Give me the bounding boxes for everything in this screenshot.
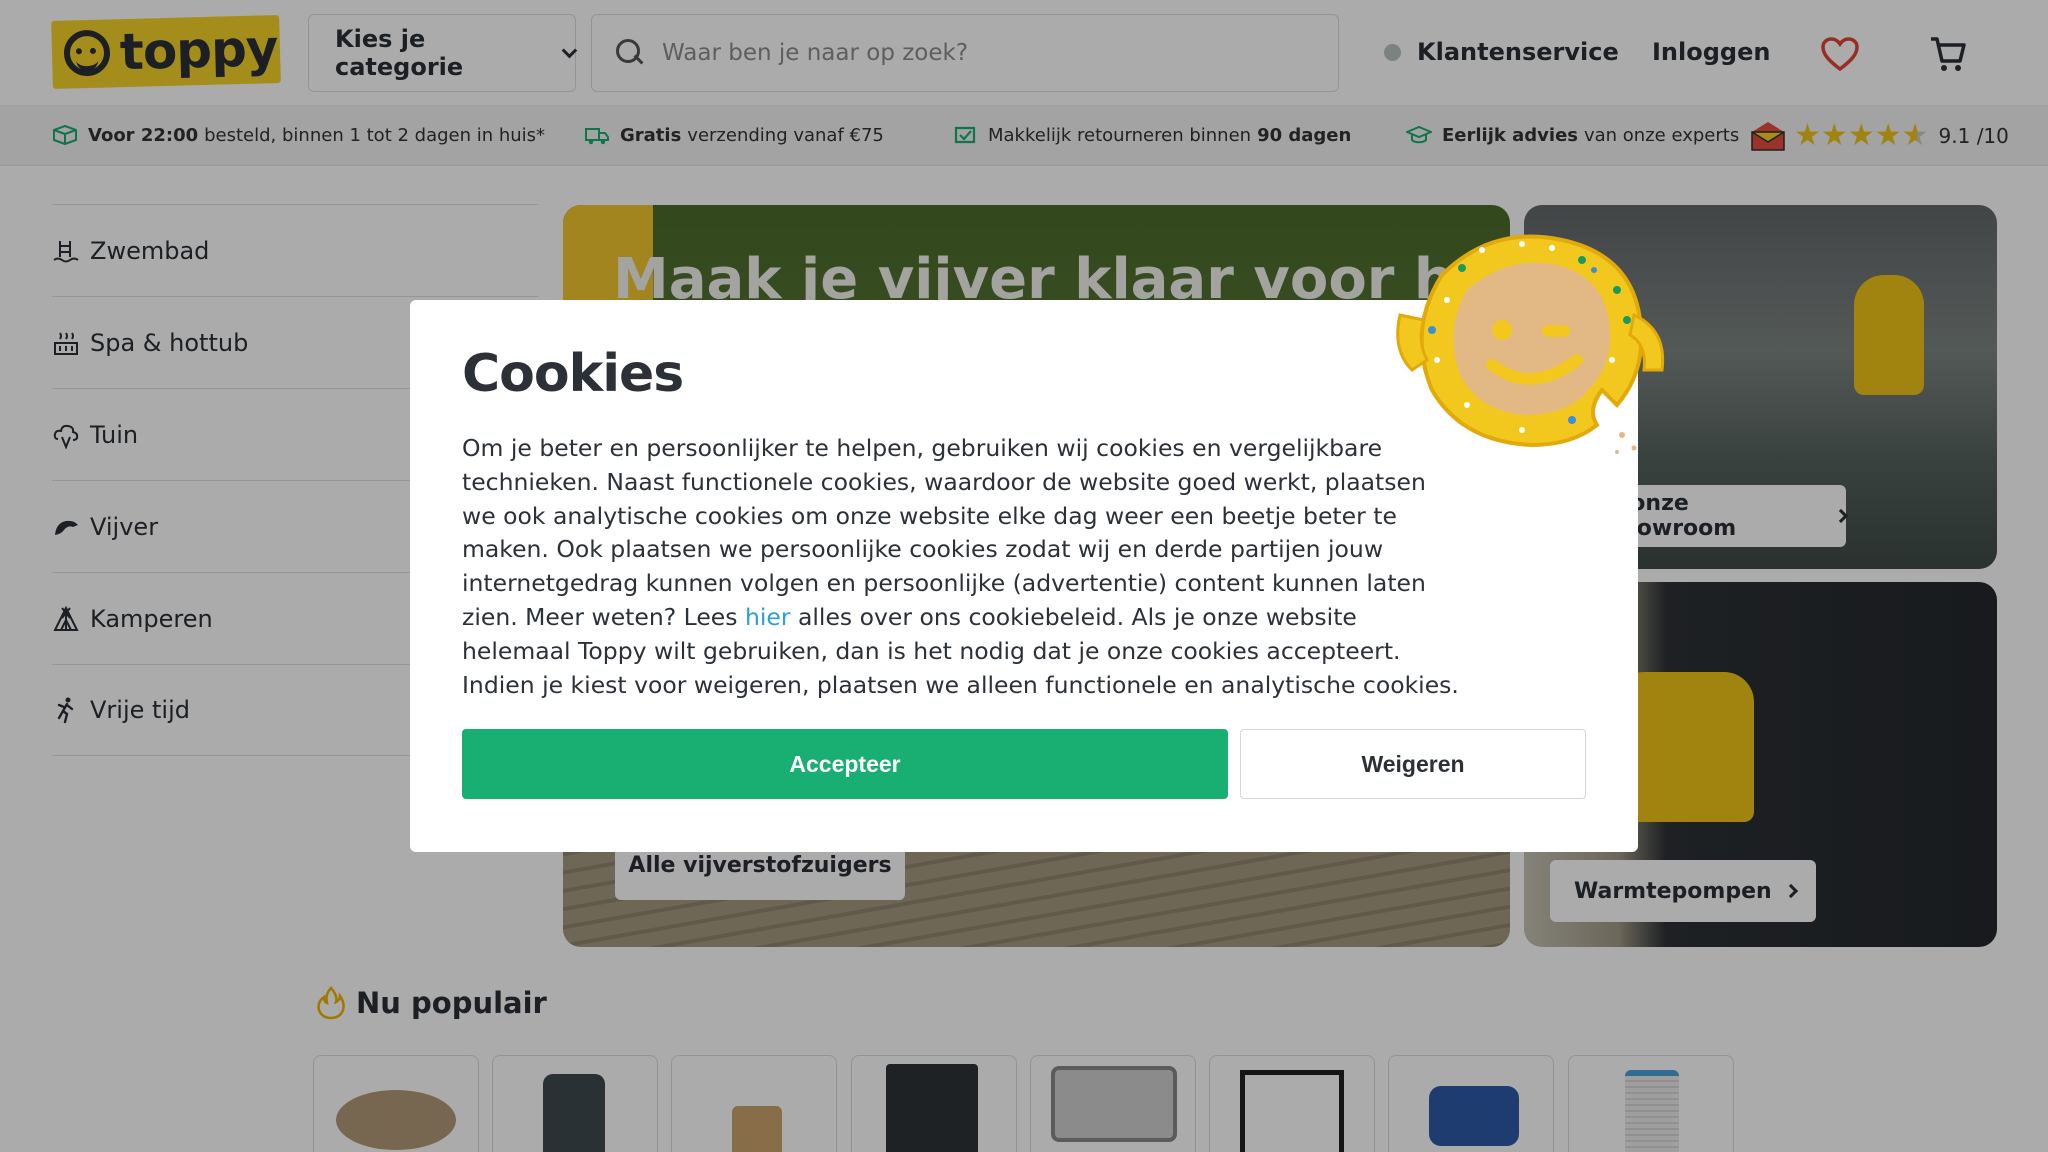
cookie-mascot-icon <box>1396 234 1665 454</box>
cookie-text-part1: Om je beter en persoonlijker te helpen, … <box>462 434 1426 631</box>
cookie-policy-link[interactable]: hier <box>745 603 791 631</box>
refuse-cookies-button[interactable]: Weigeren <box>1240 729 1586 799</box>
cookie-text: Om je beter en persoonlijker te helpen, … <box>462 432 1462 702</box>
accept-cookies-button[interactable]: Accepteer <box>462 729 1228 799</box>
